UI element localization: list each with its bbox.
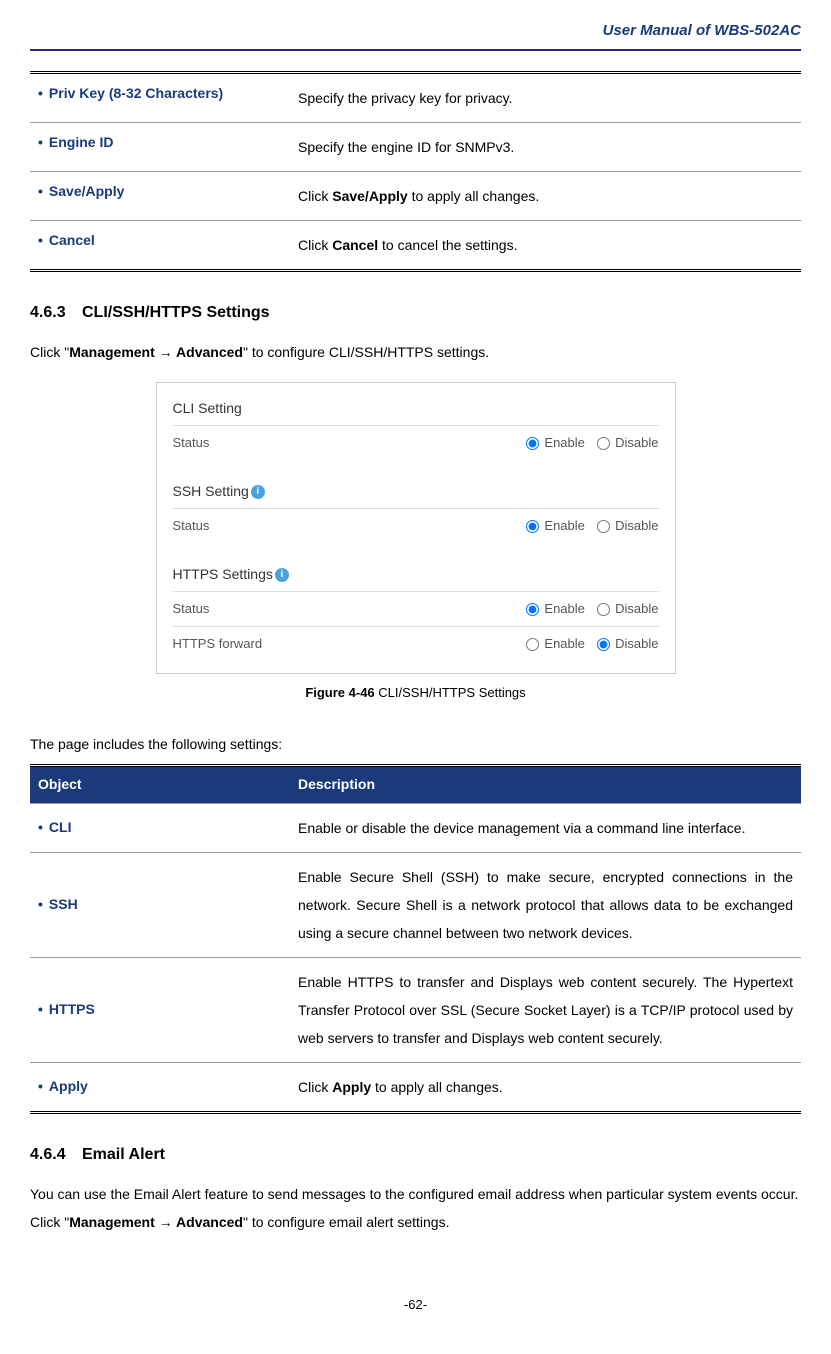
table-header-row: Object Description	[30, 766, 801, 804]
description-cell: Enable HTTPS to transfer and Displays we…	[290, 957, 801, 1062]
ssh-enable-option[interactable]: Enable	[526, 518, 585, 533]
cli-status-row: Status Enable Disable	[173, 425, 659, 460]
section-heading-463: 4.6.3CLI/SSH/HTTPS Settings	[30, 302, 801, 324]
table-row: • Priv Key (8-32 Characters) Specify the …	[30, 73, 801, 123]
description-cell: Click Apply to apply all changes.	[290, 1062, 801, 1112]
https-forward-row: HTTPS forward Enable Disable	[173, 626, 659, 661]
cli-enable-radio[interactable]	[526, 437, 539, 450]
figure-cli-ssh-https: CLI Setting Status Enable Disable SSH Se…	[156, 382, 676, 674]
page-number: -62-	[30, 1296, 801, 1314]
bullet-icon: •	[38, 819, 43, 835]
forward-enable-option[interactable]: Enable	[526, 636, 585, 651]
table-row: • Apply Click Apply to apply all changes.	[30, 1062, 801, 1112]
forward-enable-radio[interactable]	[526, 638, 539, 651]
https-setting-title: HTTPS Settingsi	[173, 565, 659, 585]
arrow-icon: →	[159, 344, 173, 360]
bullet-icon: •	[38, 1078, 43, 1094]
section-heading-464: 4.6.4Email Alert	[30, 1144, 801, 1166]
header-divider	[30, 49, 801, 51]
table-row: • CLI Enable or disable the device manage…	[30, 803, 801, 852]
cli-enable-option[interactable]: Enable	[526, 435, 585, 450]
object-label: SSH	[49, 896, 78, 912]
section-463-intro: Click "Management → Advanced" to configu…	[30, 338, 801, 366]
col-description: Description	[290, 766, 801, 804]
https-enable-radio[interactable]	[526, 603, 539, 616]
object-label: Save/Apply	[49, 183, 124, 199]
cli-disable-option[interactable]: Disable	[597, 435, 659, 450]
table-row: • HTTPS Enable HTTPS to transfer and Disp…	[30, 957, 801, 1062]
description-cell: Enable Secure Shell (SSH) to make secure…	[290, 852, 801, 957]
bullet-icon: •	[38, 85, 43, 101]
bullet-icon: •	[38, 1001, 43, 1017]
cli-setting-title: CLI Setting	[173, 399, 659, 419]
ssh-disable-option[interactable]: Disable	[597, 518, 659, 533]
description-cell: Click Cancel to cancel the settings.	[290, 221, 801, 271]
bullet-icon: •	[38, 134, 43, 150]
doc-header-title: User Manual of WBS-502AC	[30, 20, 801, 41]
settings-intro: The page includes the following settings…	[30, 730, 801, 758]
description-cell: Specify the engine ID for SNMPv3.	[290, 123, 801, 172]
object-label: CLI	[49, 819, 72, 835]
cli-ssh-https-object-table: Object Description • CLI Enable or disabl…	[30, 764, 801, 1114]
col-object: Object	[30, 766, 290, 804]
forward-label: HTTPS forward	[173, 635, 353, 653]
ssh-status-row: Status Enable Disable	[173, 508, 659, 543]
description-cell: Specify the privacy key for privacy.	[290, 73, 801, 123]
cli-disable-radio[interactable]	[597, 437, 610, 450]
table-row: • Engine ID Specify the engine ID for SNM…	[30, 123, 801, 172]
status-label: Status	[173, 600, 353, 618]
info-icon[interactable]: i	[251, 485, 265, 499]
ssh-disable-radio[interactable]	[597, 520, 610, 533]
https-status-row: Status Enable Disable	[173, 591, 659, 626]
arrow-icon: →	[159, 1214, 173, 1230]
status-label: Status	[173, 517, 353, 535]
forward-disable-radio[interactable]	[597, 638, 610, 651]
snmp-settings-table: • Priv Key (8-32 Characters) Specify the …	[30, 71, 801, 272]
table-row: • Cancel Click Cancel to cancel the setti…	[30, 221, 801, 271]
info-icon[interactable]: i	[275, 568, 289, 582]
object-label: Engine ID	[49, 134, 114, 150]
object-label: Priv Key (8-32 Characters)	[49, 85, 223, 101]
table-row: • Save/Apply Click Save/Apply to apply al…	[30, 172, 801, 221]
bullet-icon: •	[38, 232, 43, 248]
https-disable-option[interactable]: Disable	[597, 601, 659, 616]
object-label: Cancel	[49, 232, 95, 248]
figure-caption: Figure 4-46 CLI/SSH/HTTPS Settings	[30, 684, 801, 702]
forward-disable-option[interactable]: Disable	[597, 636, 659, 651]
object-label: Apply	[49, 1078, 88, 1094]
https-enable-option[interactable]: Enable	[526, 601, 585, 616]
ssh-enable-radio[interactable]	[526, 520, 539, 533]
status-label: Status	[173, 434, 353, 452]
bullet-icon: •	[38, 896, 43, 912]
ssh-setting-title: SSH Settingi	[173, 482, 659, 502]
table-row: • SSH Enable Secure Shell (SSH) to make s…	[30, 852, 801, 957]
description-cell: Enable or disable the device management …	[290, 803, 801, 852]
object-label: HTTPS	[49, 1001, 95, 1017]
description-cell: Click Save/Apply to apply all changes.	[290, 172, 801, 221]
section-464-intro: You can use the Email Alert feature to s…	[30, 1180, 801, 1236]
bullet-icon: •	[38, 183, 43, 199]
https-disable-radio[interactable]	[597, 603, 610, 616]
